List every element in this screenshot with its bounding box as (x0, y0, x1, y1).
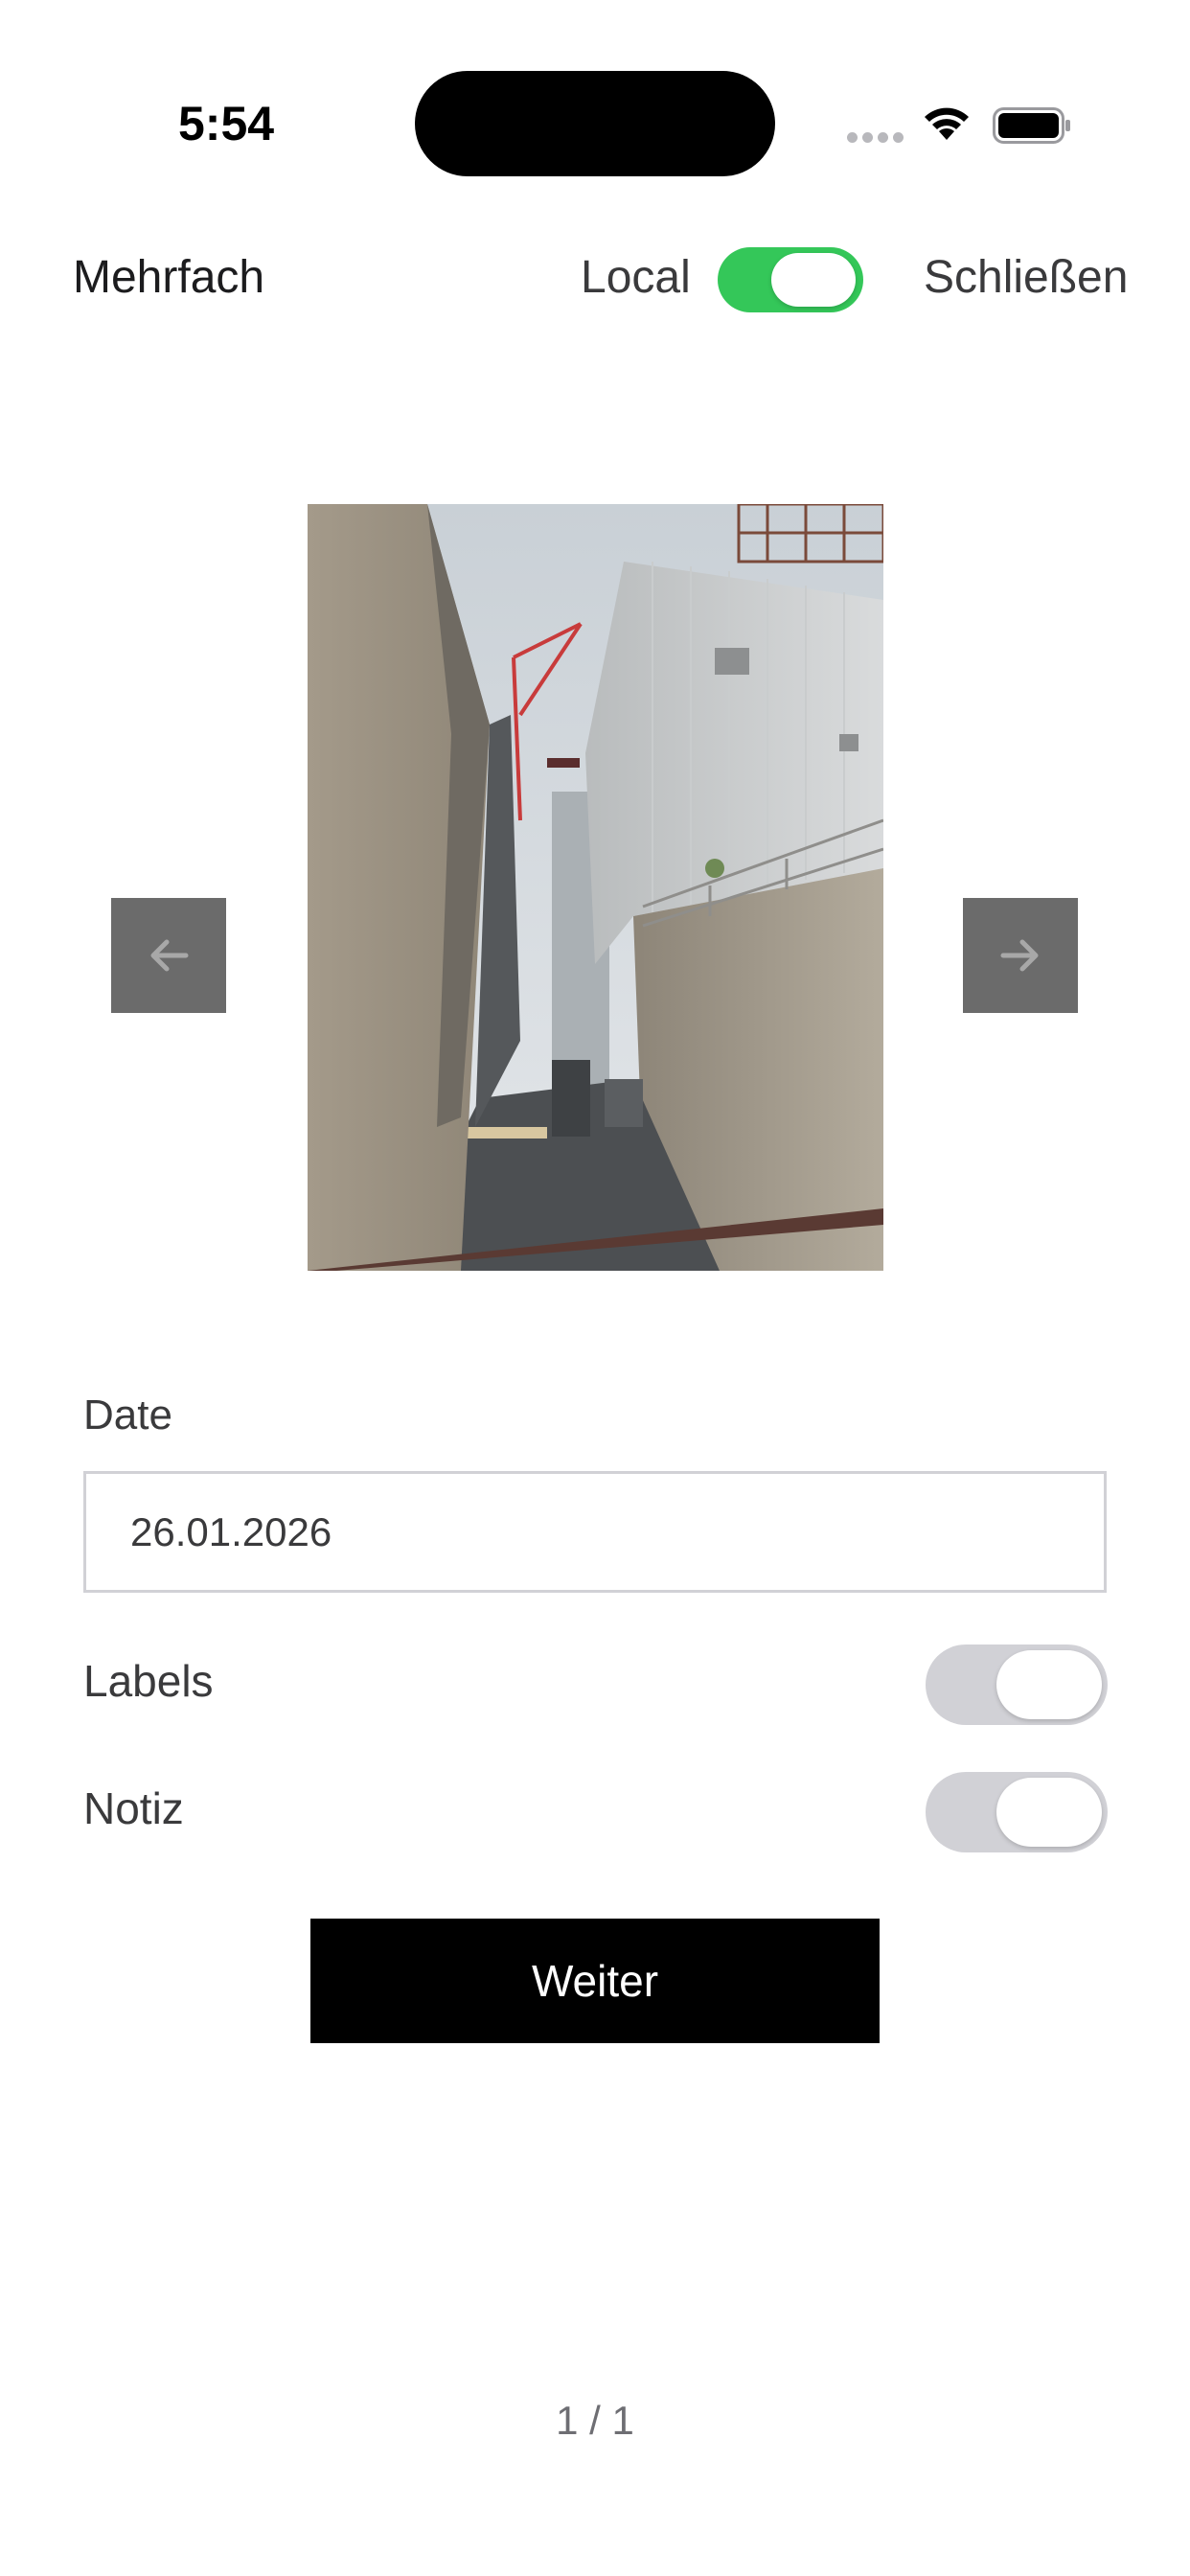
page-title: Mehrfach (73, 252, 265, 303)
toggle-knob (996, 1650, 1102, 1719)
local-toggle[interactable] (718, 247, 863, 312)
status-time: 5:54 (178, 97, 275, 150)
battery-icon (993, 107, 1070, 144)
date-label: Date (83, 1392, 172, 1438)
previous-photo-button[interactable] (111, 898, 226, 1013)
notiz-label: Notiz (83, 1783, 184, 1833)
labels-toggle[interactable] (926, 1644, 1108, 1725)
screen: 5:54 Mehrfach Local Schließen Date 26.01… (0, 0, 1190, 2576)
dynamic-island (415, 71, 775, 176)
arrow-right-icon (1000, 939, 1039, 972)
cellular-signal-icon (847, 130, 908, 148)
local-label: Local (581, 252, 691, 303)
notiz-toggle[interactable] (926, 1772, 1108, 1852)
toggle-knob (771, 253, 856, 307)
page-indicator: 1 / 1 (556, 2398, 634, 2443)
labels-label: Labels (83, 1656, 214, 1706)
next-photo-button[interactable] (963, 898, 1078, 1013)
date-field[interactable] (83, 1471, 1107, 1593)
photo-preview (308, 504, 883, 1271)
wifi-icon (925, 107, 969, 140)
arrow-left-icon (150, 939, 189, 972)
toggle-knob (996, 1778, 1102, 1847)
continue-button[interactable]: Weiter (310, 1919, 880, 2043)
close-button[interactable]: Schließen (924, 251, 1128, 304)
